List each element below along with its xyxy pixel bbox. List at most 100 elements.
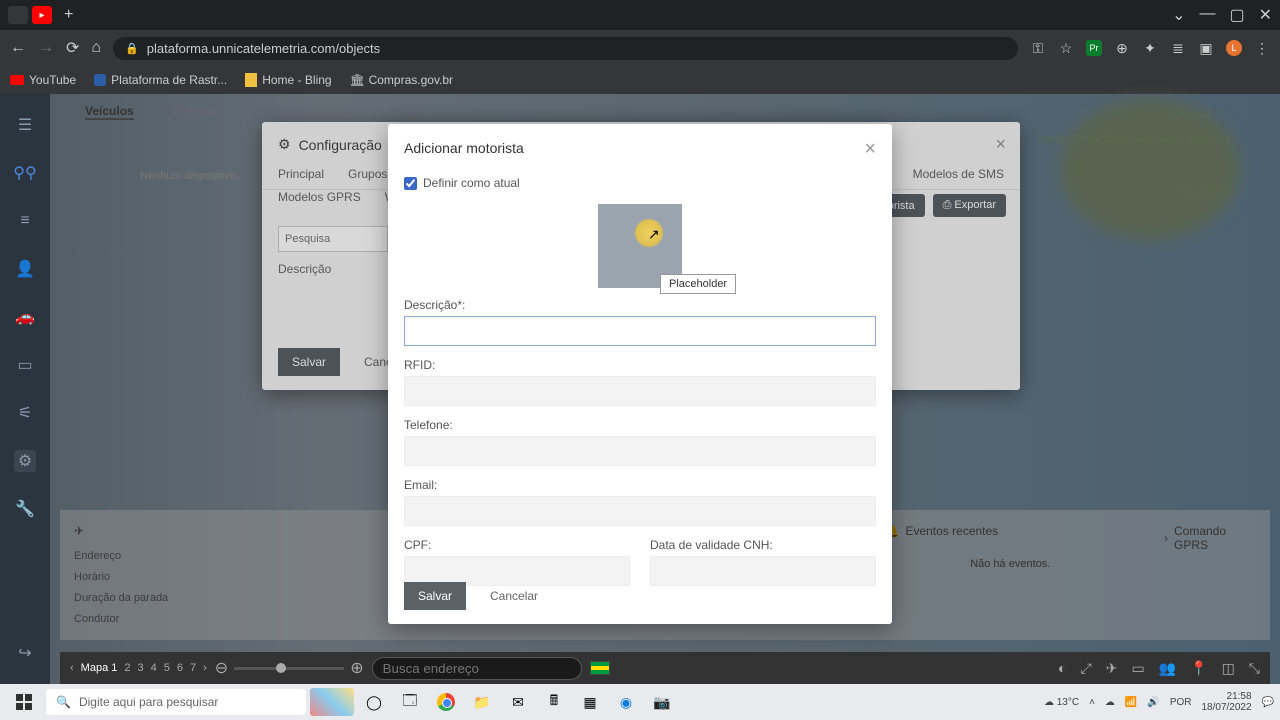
tab-overview-icon[interactable]: ▣ <box>1198 40 1214 56</box>
rfid-label: RFID: <box>404 358 876 372</box>
info-address: Endereço <box>74 546 326 567</box>
tool-icon-3[interactable]: ✈ <box>1106 660 1118 677</box>
new-tab-button[interactable]: + <box>64 6 73 24</box>
bookmark-bling[interactable]: Home - Bling <box>245 73 331 87</box>
menu-icon[interactable]: ☰ <box>14 114 36 136</box>
tab-youtube[interactable]: ▸ <box>32 6 52 24</box>
logout-icon[interactable]: ↪ <box>14 642 36 664</box>
set-current-checkbox[interactable]: Definir como atual <box>404 176 876 190</box>
tray-chevron-icon[interactable]: ˄ <box>1089 697 1095 708</box>
bookmark-compras[interactable]: 🏛Compras.gov.br <box>350 73 453 87</box>
star-icon[interactable]: ☆ <box>1058 40 1074 56</box>
calendar-icon[interactable]: ▭ <box>14 354 36 376</box>
list-icon[interactable]: ≡ <box>14 210 36 232</box>
bookmark-youtube[interactable]: YouTube <box>10 73 76 87</box>
instagram-icon[interactable]: 📷 <box>646 687 678 717</box>
folder-icon[interactable]: 📁 <box>466 687 498 717</box>
modal-close-button[interactable]: × <box>864 138 876 161</box>
weather-widget[interactable]: ☁ 13°C <box>1044 697 1079 708</box>
car-icon[interactable]: 🚗 <box>14 306 36 328</box>
menu-icon[interactable]: ⋮ <box>1254 40 1270 56</box>
flag-brazil-icon[interactable] <box>590 661 610 675</box>
zoom-slider[interactable] <box>234 667 344 670</box>
map-label[interactable]: Mapa 1 <box>81 662 118 674</box>
start-button[interactable] <box>6 687 42 717</box>
maximize-icon[interactable]: ▢ <box>1229 5 1244 25</box>
extensions-icon[interactable]: ✦ <box>1142 40 1158 56</box>
page-3[interactable]: 3 <box>138 662 144 674</box>
cfg-tab-gprs[interactable]: Modelos GPRS <box>278 190 361 204</box>
email-input[interactable] <box>404 496 876 526</box>
chevron-down-icon[interactable]: ⌄ <box>1172 5 1185 25</box>
tool-icon-4[interactable]: ▭ <box>1131 660 1144 677</box>
page-2[interactable]: 2 <box>124 662 130 674</box>
page-7[interactable]: 7 <box>190 662 196 674</box>
config-search-input[interactable] <box>278 226 388 252</box>
key-icon[interactable]: ⚿ <box>1030 40 1046 56</box>
store-icon[interactable]: ▦ <box>574 687 606 717</box>
config-close-button[interactable]: × <box>995 134 1006 155</box>
tool-icon-7[interactable]: ◫ <box>1222 660 1235 677</box>
set-current-input[interactable] <box>404 177 417 190</box>
page-4[interactable]: 4 <box>151 662 157 674</box>
clock[interactable]: 21:58 18/07/2022 <box>1201 691 1251 713</box>
url-text: plataforma.unnicatelemetria.com/objects <box>147 41 380 56</box>
driver-save-button[interactable]: Salvar <box>404 582 466 610</box>
tray-wifi-icon[interactable]: 📶 <box>1125 697 1137 708</box>
tab-1[interactable] <box>8 6 28 24</box>
teamviewer-icon[interactable]: ◉ <box>610 687 642 717</box>
zoom-in-icon[interactable]: ⊕ <box>350 658 363 678</box>
notifications-icon[interactable]: 💬 <box>1262 697 1274 708</box>
tab-historico[interactable]: Histórico <box>257 104 304 120</box>
tray-lang-icon[interactable]: POR <box>1170 697 1192 708</box>
page-next[interactable]: › <box>203 662 207 674</box>
tool-icon-2[interactable]: ⤢ <box>1081 660 1092 677</box>
explorer-icon[interactable]: 🗔 <box>394 687 426 717</box>
gear-icon[interactable]: ⚙ <box>14 450 36 472</box>
page-6[interactable]: 6 <box>177 662 183 674</box>
page-5[interactable]: 5 <box>164 662 170 674</box>
profile-avatar[interactable]: L <box>1226 40 1242 56</box>
tool-icon-6[interactable]: 📍 <box>1190 660 1207 677</box>
chrome-icon[interactable] <box>430 687 462 717</box>
pins-icon[interactable]: ⚲⚲ <box>14 162 36 184</box>
reload-button[interactable]: ⟳ <box>66 38 79 58</box>
home-button[interactable]: ⌂ <box>91 39 101 57</box>
tray-cloud-icon[interactable]: ☁ <box>1105 697 1115 708</box>
driver-cancel-button[interactable]: Cancelar <box>476 582 552 610</box>
tab-eventos[interactable]: Eventos <box>174 104 217 120</box>
tab-veiculos[interactable]: Veículos <box>85 104 134 120</box>
ext-pr-icon[interactable]: Pr <box>1086 40 1102 56</box>
url-input[interactable]: 🔒 plataforma.unnicatelemetria.com/object… <box>113 37 1018 60</box>
wrench-icon[interactable]: 🔧 <box>14 498 36 520</box>
tool-icon-5[interactable]: 👥 <box>1159 660 1176 677</box>
user-icon[interactable]: 👤 <box>14 258 36 280</box>
windows-search-input[interactable]: 🔍 Digite aqui para pesquisar <box>46 689 306 715</box>
rfid-input[interactable] <box>404 376 876 406</box>
config-save-button[interactable]: Salvar <box>278 348 340 376</box>
bookmark-plataforma[interactable]: Plataforma de Rastr... <box>94 73 227 87</box>
tool-icon-1[interactable]: ◐ <box>1058 660 1066 677</box>
tray-volume-icon[interactable]: 🔊 <box>1147 697 1159 708</box>
cfg-tab-principal[interactable]: Principal <box>278 167 324 181</box>
share-icon[interactable]: ⚟ <box>14 402 36 424</box>
news-widget[interactable] <box>310 688 354 716</box>
desc-input[interactable] <box>404 316 876 346</box>
photo-placeholder[interactable]: Placeholder <box>598 204 682 288</box>
ext-plus-icon[interactable]: ⊕ <box>1114 40 1130 56</box>
btn-exportar[interactable]: ⎙Exportar <box>933 194 1006 217</box>
cfg-tab-sms[interactable]: Modelos de SMS <box>913 167 1004 181</box>
reading-list-icon[interactable]: ≣ <box>1170 40 1186 56</box>
minimize-icon[interactable]: — <box>1199 5 1215 25</box>
mail-icon[interactable]: ✉ <box>502 687 534 717</box>
calculator-icon[interactable]: 🖩 <box>538 687 570 717</box>
phone-input[interactable] <box>404 436 876 466</box>
page-prev[interactable]: ‹ <box>70 662 74 674</box>
close-icon[interactable]: ✕ <box>1259 5 1272 25</box>
zoom-out-icon[interactable]: ⊖ <box>215 658 228 678</box>
cnh-input[interactable] <box>650 556 876 586</box>
address-search-input[interactable] <box>372 657 582 680</box>
back-button[interactable]: ← <box>10 39 26 57</box>
task-view-icon[interactable]: ◯ <box>358 687 390 717</box>
tool-icon-8[interactable]: ⤡ <box>1249 660 1260 677</box>
